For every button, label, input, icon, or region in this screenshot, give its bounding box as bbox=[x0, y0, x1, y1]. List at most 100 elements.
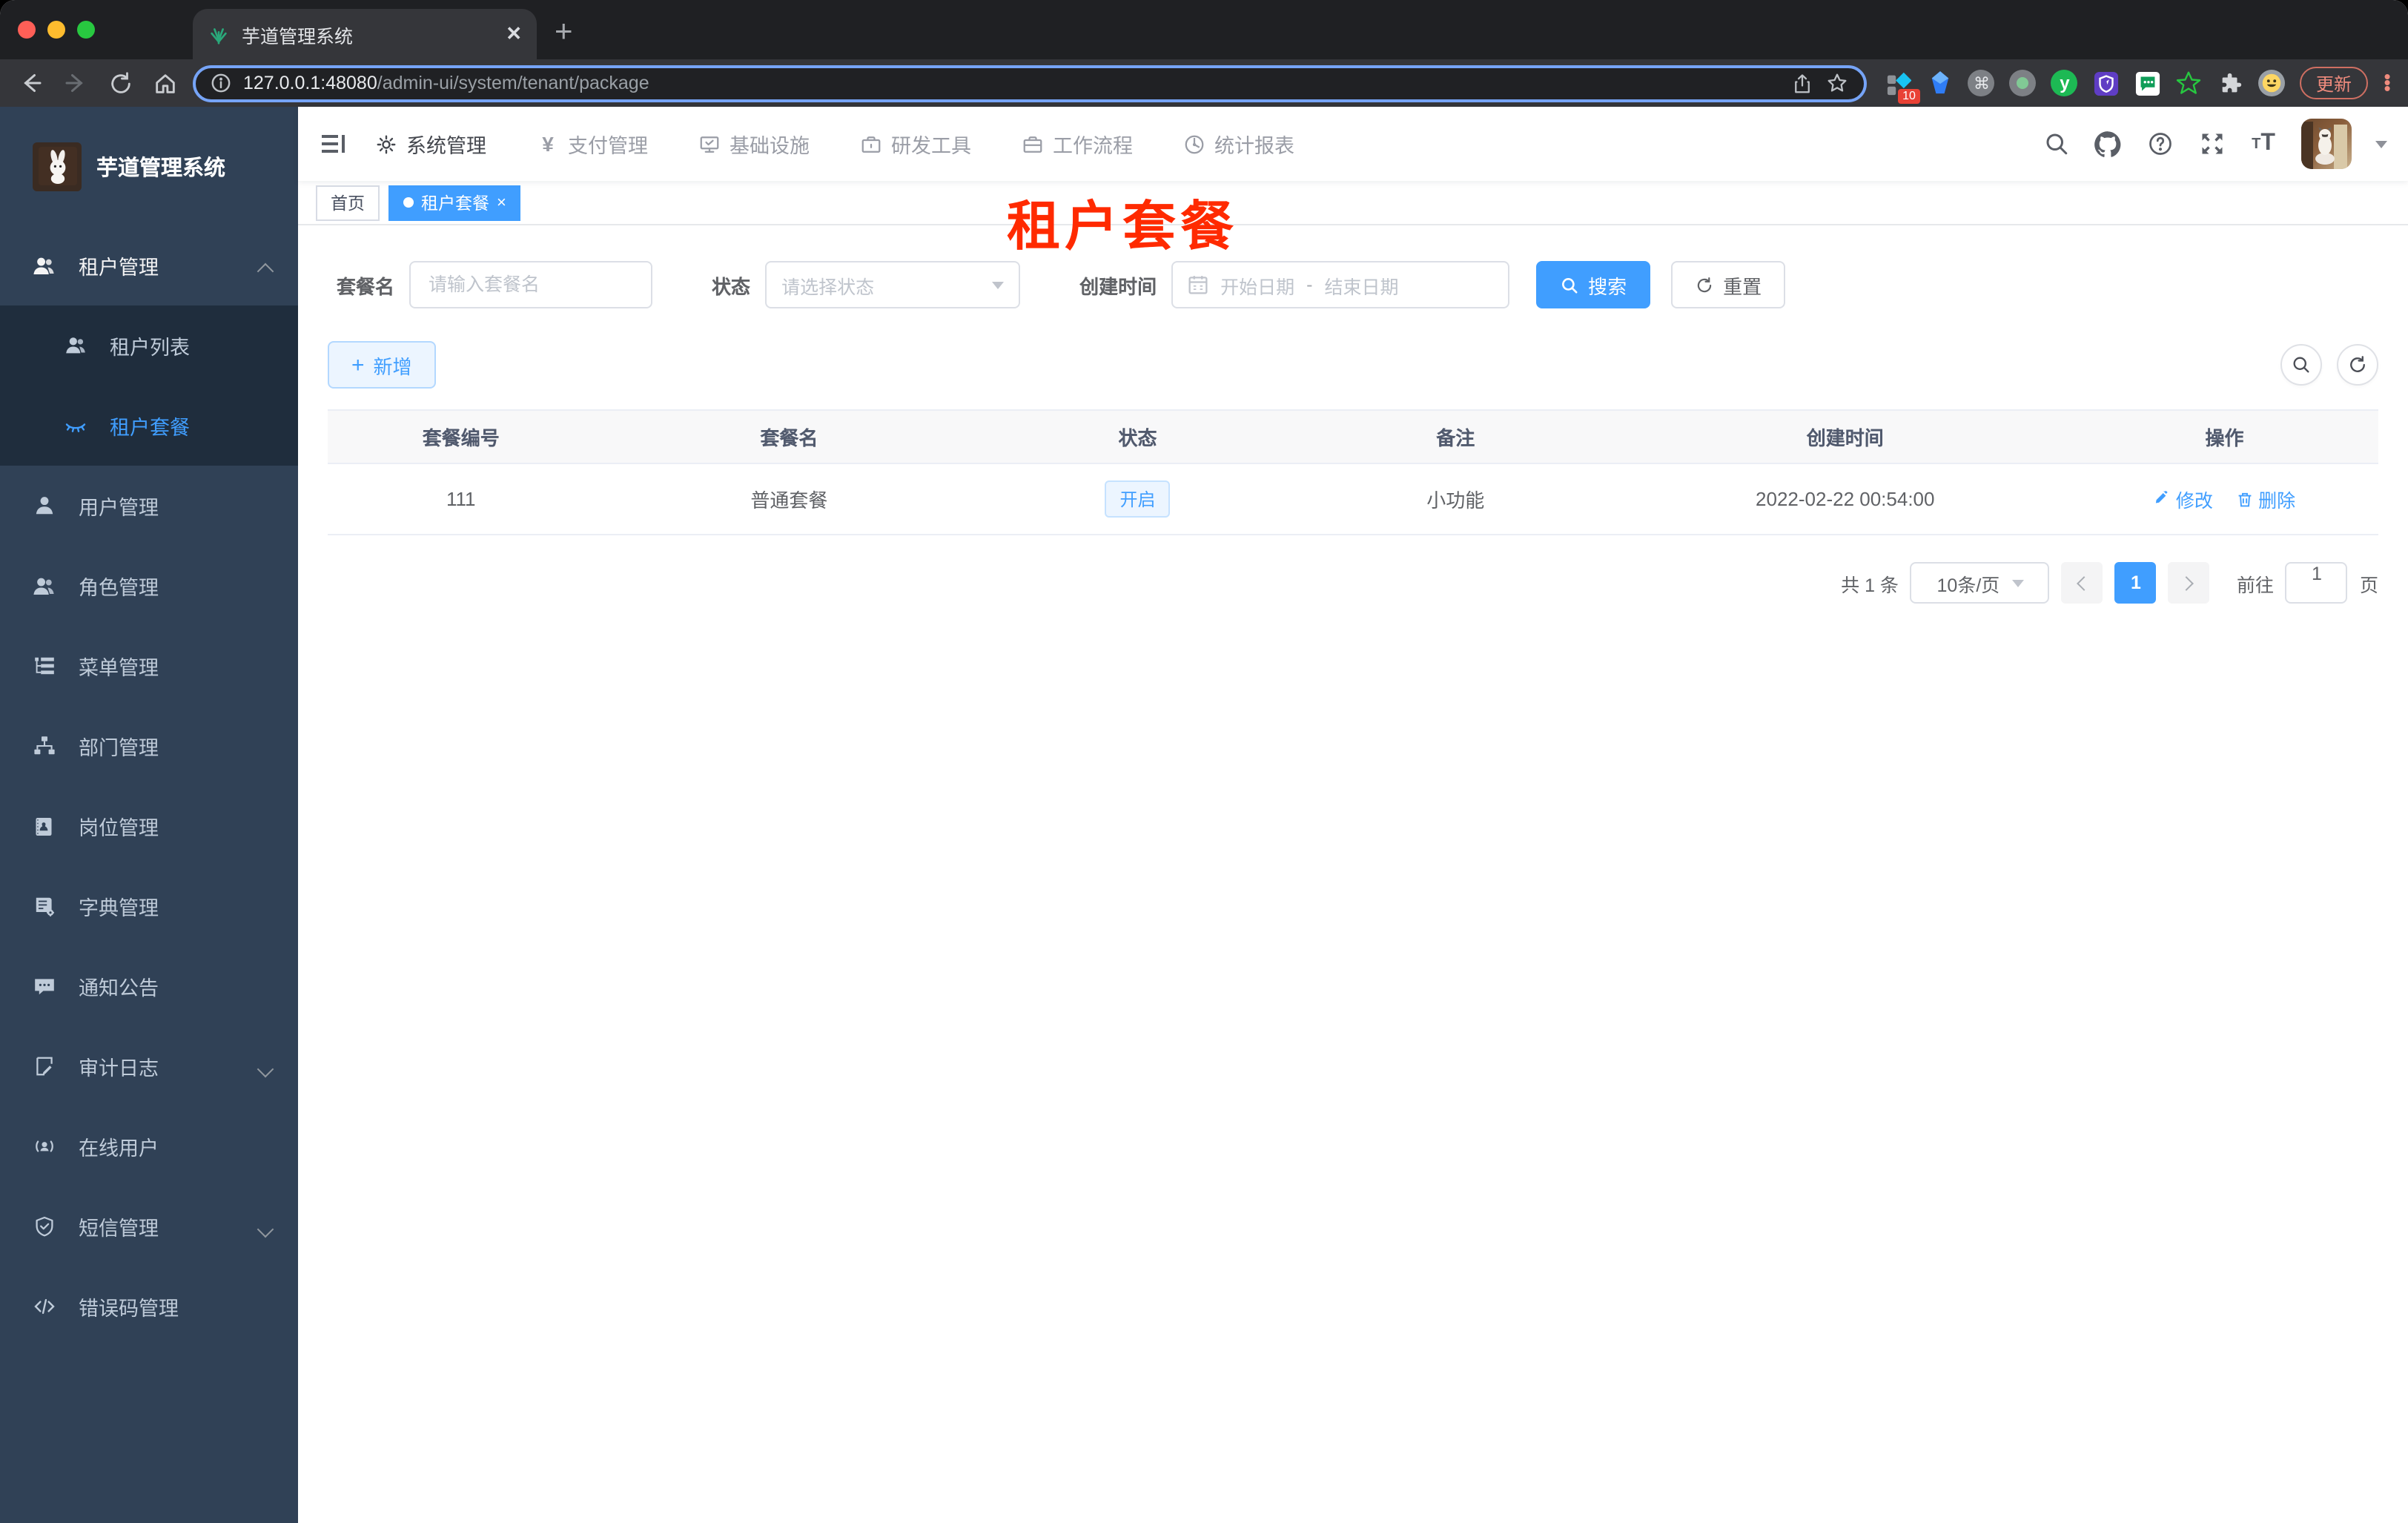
status-badge: 开启 bbox=[1105, 480, 1171, 518]
prev-page-button[interactable] bbox=[2061, 562, 2103, 604]
sidebar-item-error-code[interactable]: 错误码管理 bbox=[0, 1266, 298, 1347]
site-info-icon[interactable] bbox=[211, 73, 231, 93]
sidebar-item-tenant-package[interactable]: 租户套餐 bbox=[0, 386, 298, 466]
sidebar-item-menu-management[interactable]: 菜单管理 bbox=[0, 626, 298, 706]
dashboard-icon bbox=[1183, 133, 1205, 155]
browser-tab[interactable]: 芋道管理系统 ✕ bbox=[193, 9, 537, 59]
reload-icon[interactable] bbox=[104, 67, 136, 99]
extensions-puzzle-icon[interactable] bbox=[2217, 69, 2245, 97]
chrome-update-button[interactable]: 更新 bbox=[2299, 67, 2368, 99]
profile-avatar-icon[interactable] bbox=[2258, 69, 2286, 97]
back-icon[interactable] bbox=[15, 67, 47, 99]
sidebar-item-post-management[interactable]: 岗位管理 bbox=[0, 786, 298, 866]
avatar-caret-icon[interactable] bbox=[2375, 140, 2387, 148]
sidebar-item-dept-management[interactable]: 部门管理 bbox=[0, 706, 298, 786]
add-button[interactable]: + 新增 bbox=[328, 341, 436, 389]
font-size-icon[interactable]: TT bbox=[2249, 130, 2278, 158]
status-select[interactable]: 请选择状态 bbox=[765, 261, 1021, 308]
fullscreen-icon[interactable] bbox=[2197, 130, 2226, 158]
next-page-button[interactable] bbox=[2168, 562, 2210, 604]
toolbox-icon bbox=[860, 133, 882, 155]
extension-chat-icon[interactable] bbox=[2134, 69, 2162, 97]
url-text[interactable]: 127.0.0.1:48080/admin-ui/system/tenant/p… bbox=[243, 73, 1779, 93]
new-tab-button[interactable]: + bbox=[555, 12, 573, 53]
tag-tenant-package[interactable]: 租户套餐 × bbox=[388, 185, 521, 220]
top-menu-infra[interactable]: 基础设施 bbox=[698, 129, 810, 159]
top-menu-workflow[interactable]: 工作流程 bbox=[1022, 129, 1133, 159]
col-package-id: 套餐编号 bbox=[328, 409, 595, 464]
tag-close-icon[interactable]: × bbox=[497, 194, 506, 211]
top-menu-report[interactable]: 统计报表 bbox=[1183, 129, 1294, 159]
delete-link[interactable]: 删除 bbox=[2236, 485, 2295, 513]
sidebar-item-notice[interactable]: 通知公告 bbox=[0, 946, 298, 1026]
package-name-input-field[interactable] bbox=[429, 274, 634, 295]
hamburger-icon[interactable] bbox=[319, 129, 348, 159]
close-window-button[interactable] bbox=[18, 21, 36, 39]
sidebar-item-label: 通知公告 bbox=[79, 977, 159, 1000]
extension-star-icon[interactable] bbox=[2175, 69, 2203, 97]
sidebar-item-audit-log[interactable]: 审计日志 bbox=[0, 1026, 298, 1106]
package-name-input[interactable] bbox=[409, 261, 653, 308]
monitor-check-icon bbox=[698, 133, 721, 155]
sidebar-item-user-management[interactable]: 用户管理 bbox=[0, 466, 298, 546]
extension-gem-icon[interactable] bbox=[1926, 69, 1954, 97]
forward-icon[interactable] bbox=[59, 67, 92, 99]
add-button-label: 新增 bbox=[373, 355, 412, 377]
minimize-window-button[interactable] bbox=[47, 21, 65, 39]
sidebar: 芋道管理系统 租户管理 租户列表 租户套餐 用户管理 角色管理 菜单管理 部门管… bbox=[0, 107, 298, 1523]
home-icon[interactable] bbox=[148, 67, 181, 99]
user-avatar[interactable] bbox=[2301, 119, 2352, 169]
bookmark-star-icon[interactable] bbox=[1825, 71, 1849, 95]
online-user-icon bbox=[31, 1134, 56, 1159]
goto-page-input-field[interactable] bbox=[2295, 564, 2338, 584]
chevron-down-icon bbox=[992, 281, 1005, 288]
github-icon[interactable] bbox=[2094, 130, 2122, 158]
sidebar-item-label: 用户管理 bbox=[79, 497, 159, 519]
search-icon[interactable] bbox=[2042, 130, 2070, 158]
cell-status: 开启 bbox=[984, 463, 1291, 535]
current-page[interactable]: 1 bbox=[2114, 562, 2157, 604]
sidebar-menu: 租户管理 租户列表 租户套餐 用户管理 角色管理 菜单管理 部门管理 岗位管理 … bbox=[0, 225, 298, 1523]
top-menu-pay[interactable]: ¥ 支付管理 bbox=[537, 129, 648, 159]
extension-shield-icon[interactable] bbox=[2092, 69, 2120, 97]
table-row[interactable]: 111 普通套餐 开启 小功能 2022-02-22 00:54:00 修改 删… bbox=[328, 463, 2378, 535]
toggle-search-button[interactable] bbox=[2280, 344, 2322, 386]
edit-link[interactable]: 修改 bbox=[2154, 485, 2213, 513]
reset-button[interactable]: 重置 bbox=[1671, 261, 1786, 308]
sidebar-item-tenant-management[interactable]: 租户管理 bbox=[0, 225, 298, 305]
goto-page-input[interactable] bbox=[2285, 562, 2348, 604]
sidebar-item-label: 租户管理 bbox=[79, 257, 159, 279]
app-logo-row[interactable]: 芋道管理系统 bbox=[0, 107, 298, 225]
app-navbar: 系统管理 ¥ 支付管理 基础设施 研发工具 工作流程 统计报表 T T bbox=[298, 107, 2408, 181]
sidebar-item-online-users[interactable]: 在线用户 bbox=[0, 1106, 298, 1186]
sidebar-item-dict-management[interactable]: 字典管理 bbox=[0, 866, 298, 946]
extension-dot-icon[interactable] bbox=[2009, 69, 2037, 97]
sidebar-item-tenant-list[interactable]: 租户列表 bbox=[0, 305, 298, 386]
sidebar-item-label: 审计日志 bbox=[79, 1057, 159, 1080]
share-icon[interactable] bbox=[1791, 72, 1813, 94]
sidebar-submenu-tenant: 租户列表 租户套餐 bbox=[0, 305, 298, 466]
tag-home[interactable]: 首页 bbox=[316, 185, 380, 220]
date-range-picker[interactable]: 开始日期 - 结束日期 bbox=[1171, 261, 1510, 308]
search-button[interactable]: 搜索 bbox=[1536, 261, 1651, 308]
help-icon[interactable] bbox=[2146, 130, 2174, 158]
browser-menu-icon[interactable]: • • • bbox=[2381, 67, 2393, 98]
extension-y-icon[interactable]: y bbox=[2051, 69, 2079, 97]
top-menu-devtools[interactable]: 研发工具 bbox=[860, 129, 971, 159]
top-menu-label: 研发工具 bbox=[891, 135, 971, 157]
package-table: 套餐编号 套餐名 状态 备注 创建时间 操作 111 普通套餐 开启 小功能 2… bbox=[328, 409, 2378, 535]
top-menu-label: 支付管理 bbox=[568, 135, 648, 157]
zoom-window-button[interactable] bbox=[77, 21, 95, 39]
tab-close-icon[interactable]: ✕ bbox=[506, 22, 522, 46]
extension-command-icon[interactable]: ⌘ bbox=[1968, 69, 1996, 97]
refresh-table-button[interactable] bbox=[2337, 344, 2378, 386]
extension-tabs-icon[interactable]: 10 bbox=[1885, 69, 1920, 103]
chevron-down-icon bbox=[259, 1059, 274, 1074]
page-size-select[interactable]: 10条/页 bbox=[1910, 562, 2050, 604]
peoples-icon bbox=[31, 573, 56, 598]
url-bar[interactable]: 127.0.0.1:48080/admin-ui/system/tenant/p… bbox=[193, 65, 1867, 102]
sidebar-item-sms-management[interactable]: 短信管理 bbox=[0, 1186, 298, 1266]
top-menu-system[interactable]: 系统管理 bbox=[375, 129, 486, 159]
sidebar-item-role-management[interactable]: 角色管理 bbox=[0, 546, 298, 626]
chevron-down-icon bbox=[2011, 579, 2024, 587]
